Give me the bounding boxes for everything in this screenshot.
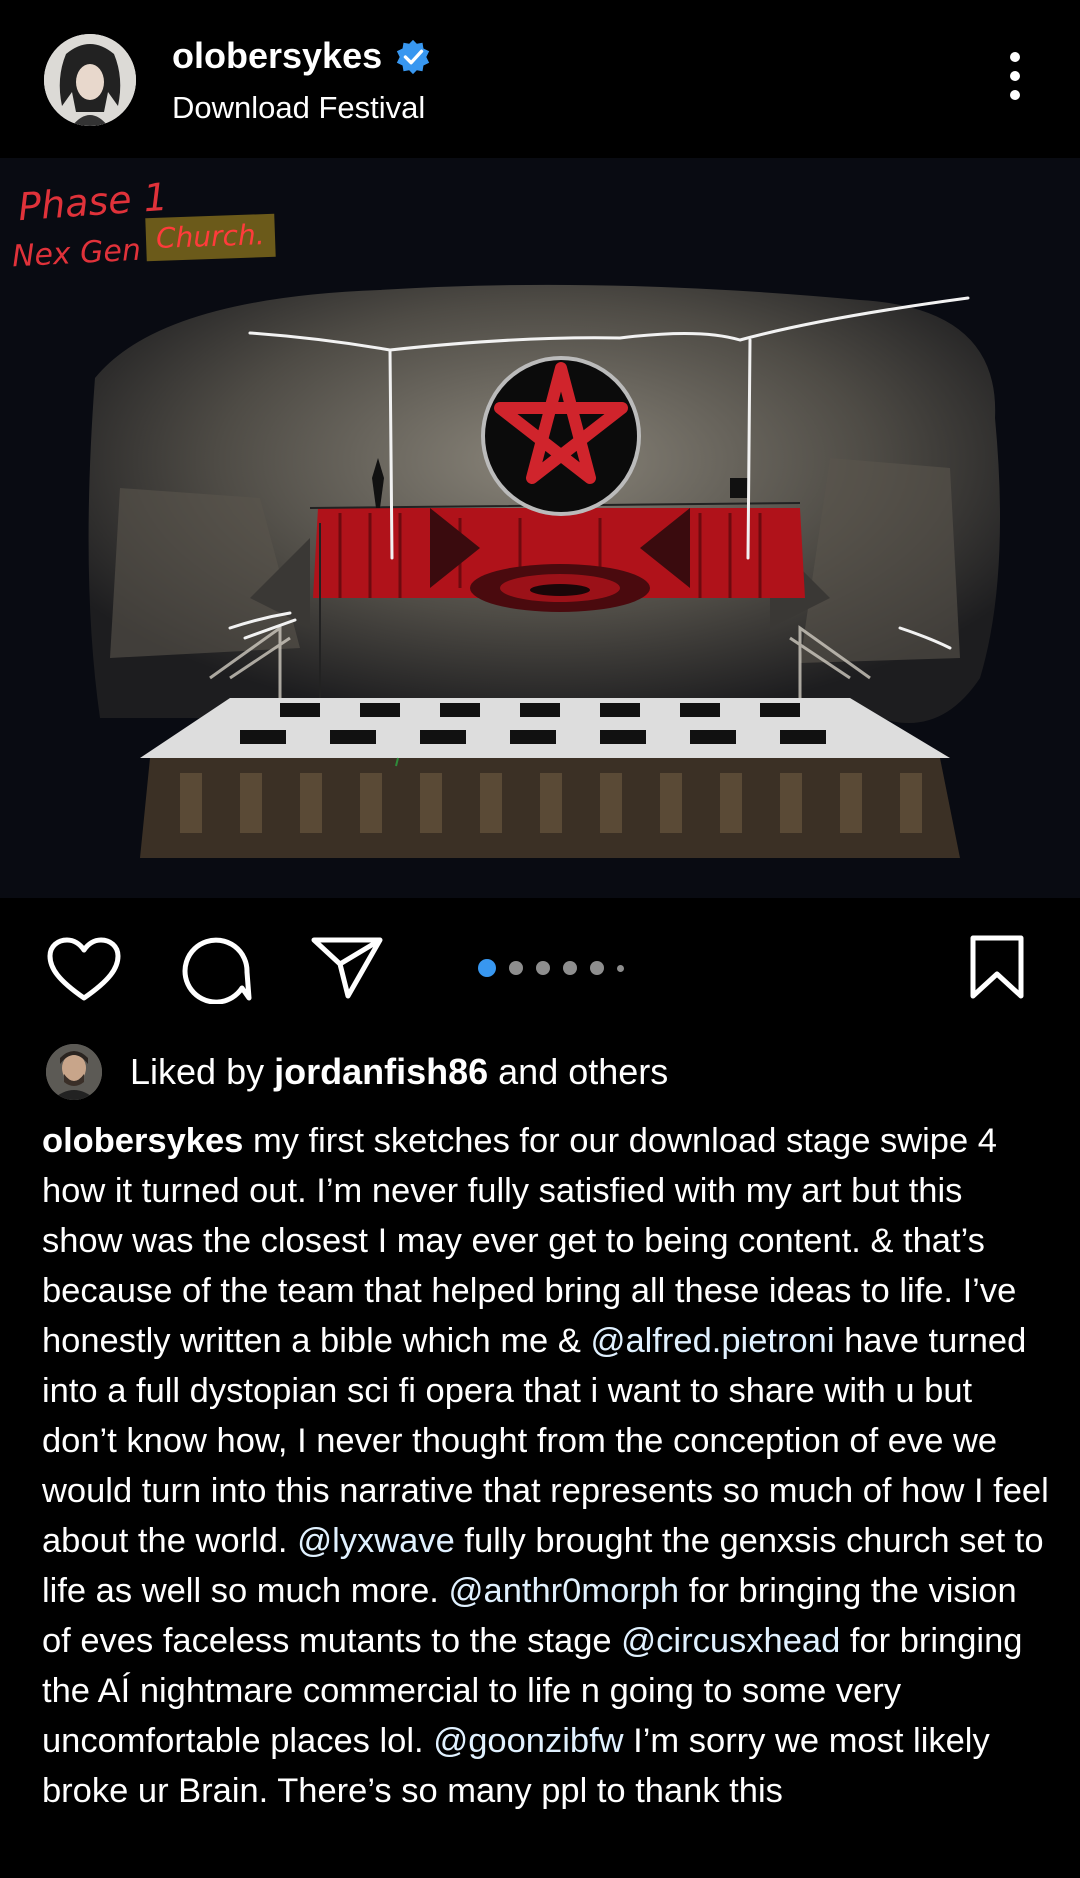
likes-summary: Liked by jordanfish86 and others (130, 1050, 668, 1094)
sketch-note-church: Church. (145, 213, 276, 262)
carousel-dot (617, 964, 624, 972)
post-location[interactable]: Download Festival (172, 88, 425, 128)
author-avatar[interactable] (44, 34, 136, 126)
author-username[interactable]: olobersykes (172, 34, 382, 78)
liker-username[interactable]: jordanfish86 (274, 1051, 488, 1092)
comment-bubble-icon[interactable] (180, 934, 252, 1004)
sketch-note-nex-gen: Nex Gen (11, 232, 142, 275)
liker-avatar[interactable] (46, 1044, 102, 1100)
mention-link[interactable]: @circusxhead (621, 1622, 840, 1660)
carousel-dot (563, 961, 577, 975)
likes-row[interactable]: Liked by jordanfish86 and others (46, 1044, 668, 1100)
likes-prefix: Liked by (130, 1051, 275, 1092)
carousel-dot (509, 961, 523, 975)
post-header: olobersykes Download Festival (0, 0, 1080, 158)
stage-sketch-illustration (88, 284, 1001, 858)
likes-suffix: and others (488, 1051, 669, 1092)
mention-link[interactable]: @lyxwave (297, 1522, 455, 1560)
mention-link[interactable]: @goonzibfw (433, 1722, 623, 1760)
carousel-dot-active (478, 959, 496, 977)
share-send-icon[interactable] (310, 934, 384, 1000)
verified-badge-icon (396, 39, 430, 75)
save-bookmark-icon[interactable] (968, 934, 1026, 1000)
carousel-indicator (478, 958, 624, 978)
post-image[interactable]: Phase 1 Nex Gen Church. (0, 158, 1080, 898)
caption-author[interactable]: olobersykes (42, 1122, 243, 1160)
carousel-dot (590, 961, 604, 975)
post-caption: olobersykes my first sketches for our do… (42, 1116, 1052, 1816)
more-options-icon[interactable] (1000, 52, 1030, 108)
mention-link[interactable]: @anthr0morph (448, 1572, 679, 1610)
carousel-dot (536, 961, 550, 975)
mention-link[interactable]: @alfred.pietroni (590, 1322, 834, 1360)
like-heart-icon[interactable] (46, 936, 122, 1002)
